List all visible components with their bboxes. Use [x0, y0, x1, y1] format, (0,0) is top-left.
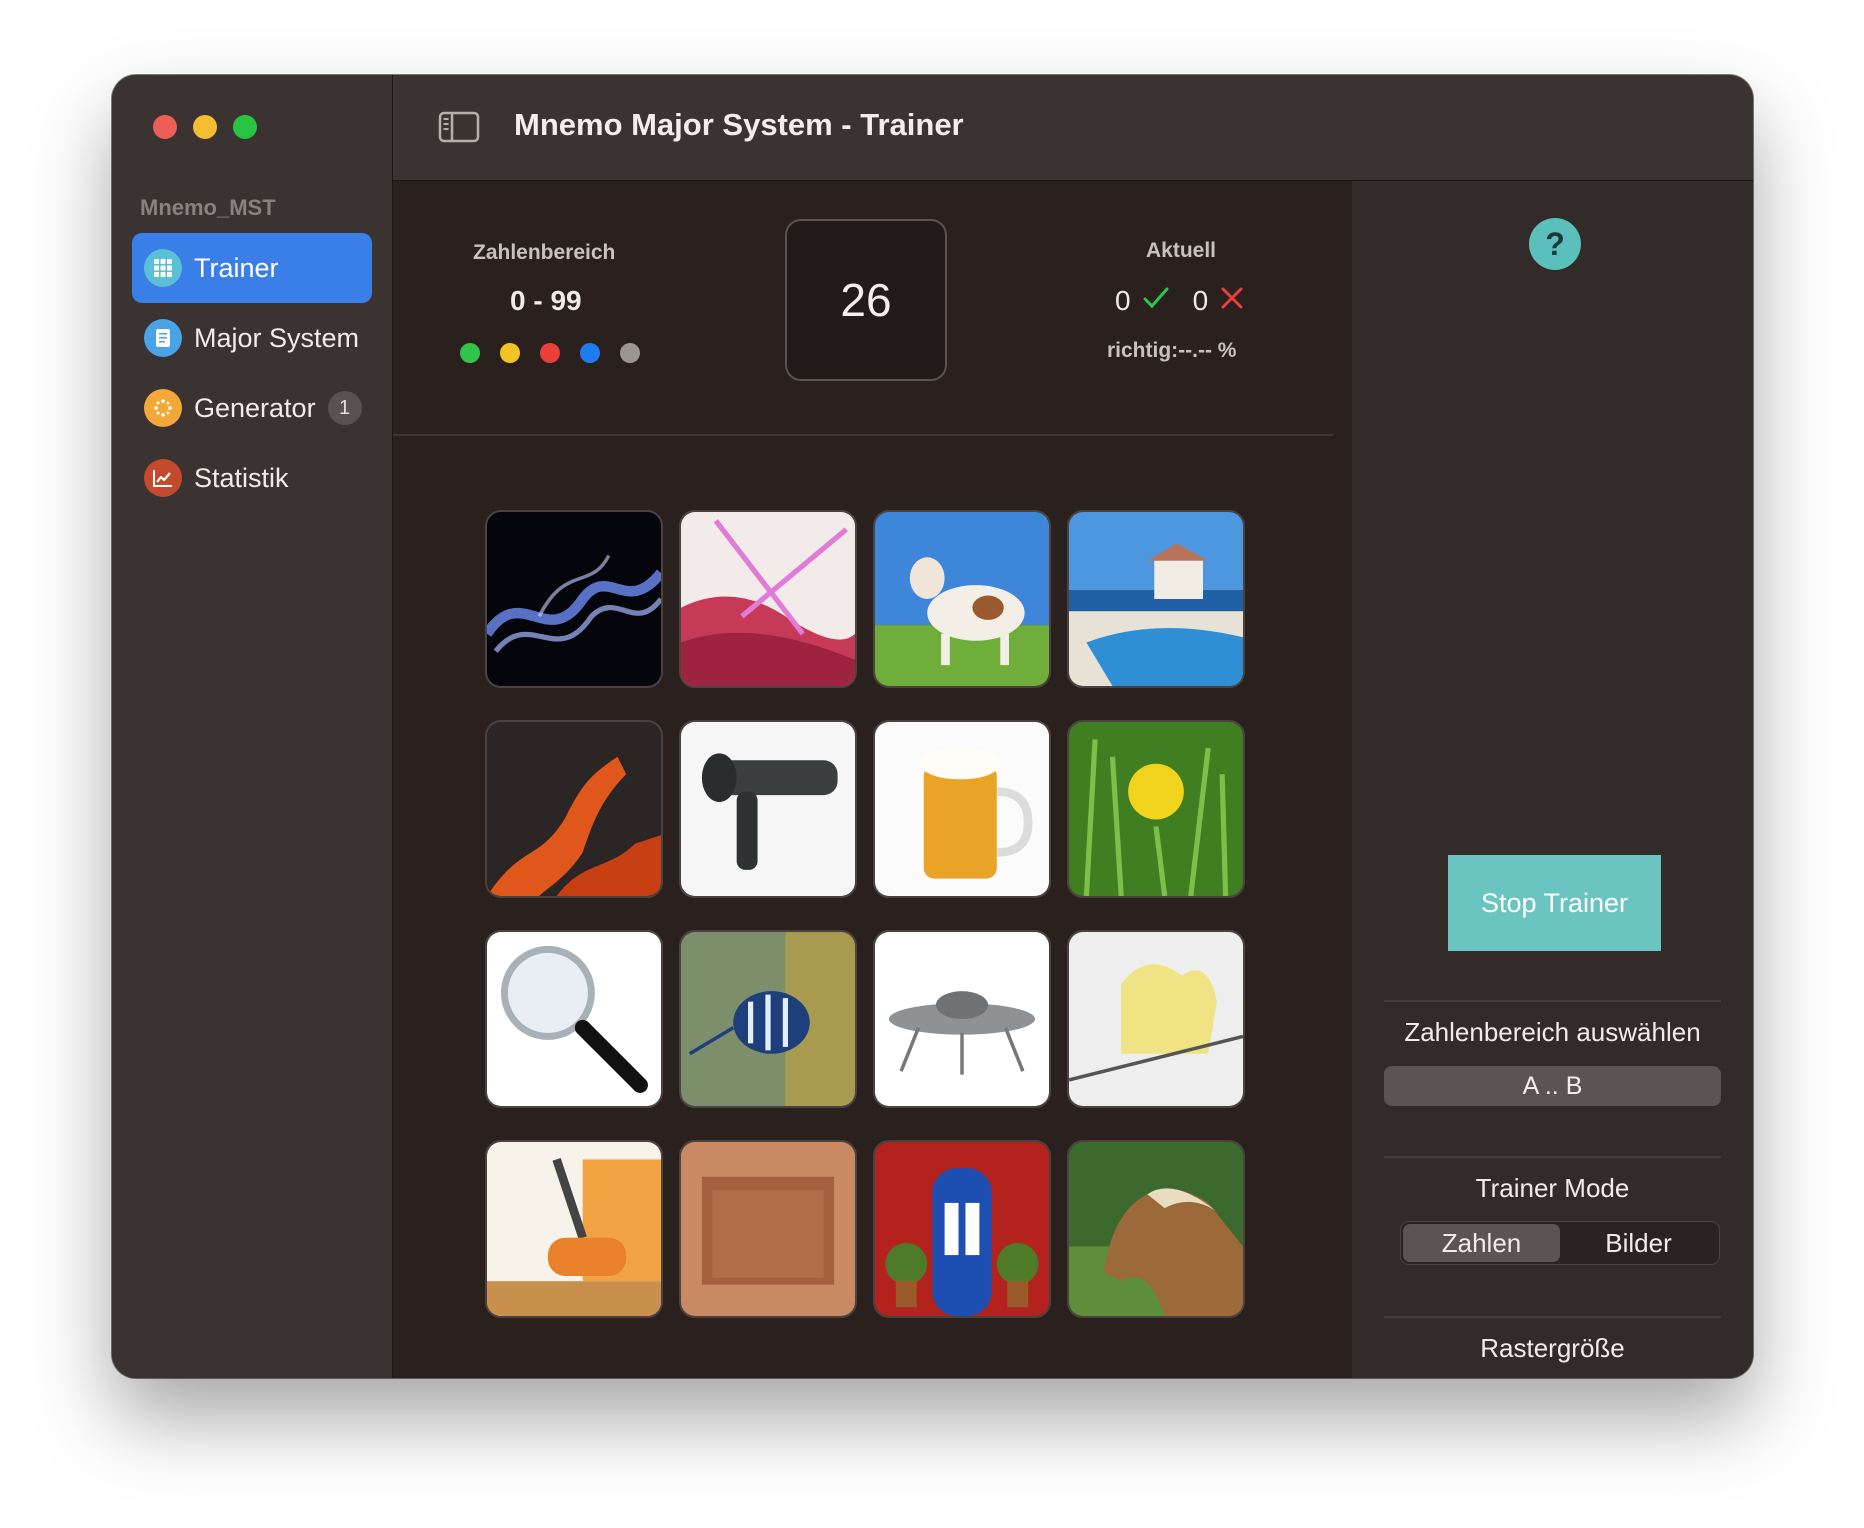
- range-select[interactable]: A .. B: [1384, 1066, 1721, 1106]
- image-tile-niche[interactable]: [679, 1140, 857, 1318]
- mode-section-label: Trainer Mode: [1475, 1173, 1630, 1203]
- divider: [1384, 1000, 1721, 1002]
- current-label: Aktuell: [1146, 239, 1217, 262]
- image-tile-dandelion[interactable]: [1067, 720, 1245, 898]
- window-controls: [153, 115, 257, 139]
- mode-zahlen-segment[interactable]: Zahlen: [1403, 1224, 1560, 1262]
- current-number: 26: [840, 274, 892, 326]
- status-dot-yellow: [500, 343, 520, 363]
- correct-percent: richtig:--.-- %: [1107, 339, 1237, 362]
- sidebar-section-title: Mnemo_MST: [140, 195, 276, 220]
- image-tile-pool-pavilion[interactable]: [1067, 510, 1245, 688]
- range-label: Zahlenbereich: [473, 241, 616, 264]
- range-value: 0 - 99: [510, 285, 582, 316]
- checkmark-icon: [1143, 285, 1169, 317]
- image-tile-fish[interactable]: [679, 930, 857, 1108]
- help-button[interactable]: ?: [1529, 218, 1581, 270]
- image-tile-smoke[interactable]: [485, 510, 663, 688]
- sparkle-icon: [144, 389, 182, 427]
- sidebar-item-statistik[interactable]: Statistik: [132, 443, 372, 513]
- status-dot-blue: [580, 343, 600, 363]
- trainer-mode-segmented-control: Zahlen Bilder: [1400, 1221, 1720, 1265]
- image-tile-hair-dryer[interactable]: [679, 720, 857, 898]
- sidebar-item-label: Major System: [194, 322, 360, 353]
- sidebar-item-label: Trainer: [194, 252, 279, 283]
- app-window: Mnemo_MST Trainer Major System Generator…: [112, 75, 1753, 1378]
- sidebar-nav: Trainer Major System Generator 1 Statist…: [132, 233, 372, 513]
- mode-bilder-segment[interactable]: Bilder: [1560, 1224, 1717, 1262]
- chart-icon: [144, 459, 182, 497]
- range-section-label: Zahlenbereich auswählen: [1404, 1017, 1701, 1047]
- divider: [393, 434, 1333, 436]
- image-tile-magnifier[interactable]: [485, 930, 663, 1108]
- image-tile-ufo[interactable]: [873, 930, 1051, 1108]
- divider: [1384, 1316, 1721, 1318]
- sidebar: Mnemo_MST Trainer Major System Generator…: [112, 75, 393, 1378]
- image-tile-paint-roller[interactable]: [485, 1140, 663, 1318]
- range-select-value: A .. B: [1522, 1071, 1583, 1100]
- sidebar-item-generator[interactable]: Generator 1: [132, 373, 372, 443]
- close-window-button[interactable]: [153, 115, 177, 139]
- current-number-box: 26: [785, 219, 947, 381]
- sidebar-item-label: Statistik: [194, 462, 289, 493]
- divider: [1384, 1156, 1721, 1158]
- zoom-window-button[interactable]: [233, 115, 257, 139]
- image-tile-blue-door[interactable]: [873, 1140, 1051, 1318]
- grid-icon: [144, 249, 182, 287]
- wrong-count: 0: [1192, 285, 1209, 316]
- trainer-main: Zahlenbereich 0 - 99 26 Aktuell 0 0 rich…: [393, 181, 1352, 1378]
- image-tile-cow[interactable]: [873, 510, 1051, 688]
- book-icon: [144, 319, 182, 357]
- grid-size-label: Rastergröße: [1480, 1333, 1625, 1363]
- status-dot-gray: [620, 343, 640, 363]
- status-dots: [460, 343, 640, 363]
- image-tile-horse[interactable]: [1067, 1140, 1245, 1318]
- correct-count: 0: [1115, 285, 1131, 316]
- image-grid: [485, 510, 1245, 1318]
- sidebar-item-major-system[interactable]: Major System: [132, 303, 372, 373]
- image-tile-beer-mug[interactable]: [873, 720, 1051, 898]
- sidebar-item-label: Generator: [194, 392, 316, 423]
- inspector-panel: ? Stop Trainer Zahlenbereich auswählen A…: [1352, 181, 1753, 1378]
- title-bar: Mnemo Major System - Trainer: [393, 75, 1753, 181]
- help-label: ?: [1545, 225, 1565, 262]
- window-title: Mnemo Major System - Trainer: [514, 107, 964, 142]
- image-tile-lava[interactable]: [485, 720, 663, 898]
- score: 0 0: [1115, 285, 1244, 317]
- minimize-window-button[interactable]: [193, 115, 217, 139]
- image-tile-butter-curl[interactable]: [1067, 930, 1245, 1108]
- image-tile-knitting[interactable]: [679, 510, 857, 688]
- stop-trainer-button[interactable]: Stop Trainer: [1448, 855, 1661, 951]
- sidebar-item-trainer[interactable]: Trainer: [132, 233, 372, 303]
- sidebar-toggle-icon[interactable]: [438, 111, 480, 148]
- generator-count-badge: 1: [327, 391, 362, 425]
- cross-icon: [1220, 285, 1244, 317]
- status-dot-red: [540, 343, 560, 363]
- status-dot-green: [460, 343, 480, 363]
